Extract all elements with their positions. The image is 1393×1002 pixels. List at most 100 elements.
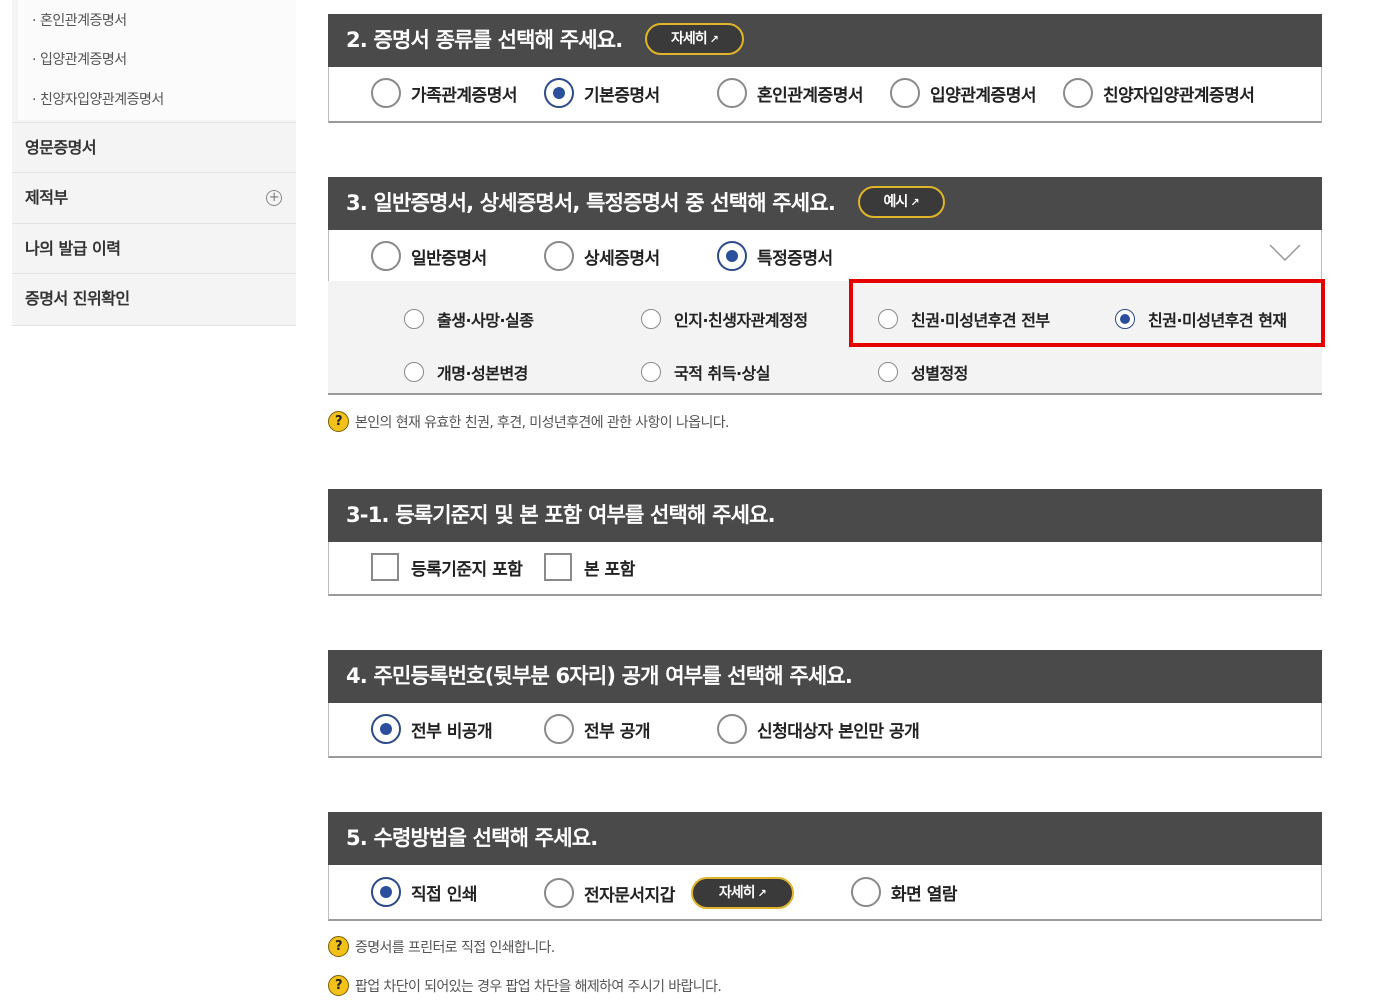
plus-circle-icon[interactable]: + bbox=[266, 190, 282, 206]
question-mark-icon: ? bbox=[328, 411, 349, 432]
radio-label: 혼인관계증명서 bbox=[757, 85, 863, 106]
section-title: 3. 일반증명서, 상세증명서, 특정증명서 중 선택해 주세요. bbox=[346, 191, 836, 215]
checkbox-option[interactable]: 본 포함 bbox=[544, 553, 635, 581]
external-link-icon: ↗ bbox=[910, 196, 919, 209]
radio-label: 성별정정 bbox=[911, 364, 968, 383]
section-title: 3-1. 등록기준지 및 본 포함 여부를 선택해 주세요. bbox=[346, 503, 776, 527]
radio-button-selected[interactable] bbox=[371, 877, 401, 907]
external-link-icon: ↗ bbox=[757, 887, 766, 900]
radio-option[interactable]: 신청대상자 본인만 공개 bbox=[717, 714, 920, 744]
radio-label: 특정증명서 bbox=[757, 248, 833, 269]
radio-button[interactable] bbox=[878, 362, 898, 382]
radio-option[interactable]: 혼인관계증명서 bbox=[717, 78, 863, 108]
radio-button[interactable] bbox=[890, 78, 920, 108]
radio-button[interactable] bbox=[544, 714, 574, 744]
sub-radio-option[interactable]: 개명·성본변경 bbox=[404, 360, 528, 384]
sub-radio-option[interactable]: 인지·친생자관계정정 bbox=[641, 307, 808, 331]
submenu-item-adoption[interactable]: · 입양관계증명서 bbox=[32, 49, 127, 69]
radio-label: 국적 취득·상실 bbox=[674, 364, 770, 383]
sidebar-item-verify[interactable]: 증명서 진위확인 bbox=[12, 273, 296, 323]
section-body: 직접 인쇄 전자문서지갑 자세히 ↗ 화면 열람 bbox=[328, 865, 1322, 921]
button-label: 자세히 bbox=[718, 885, 756, 901]
radio-label: 개명·성본변경 bbox=[437, 364, 528, 383]
section-body: 등록기준지 포함 본 포함 bbox=[328, 542, 1322, 596]
radio-option[interactable]: 기본증명서 bbox=[544, 78, 660, 108]
checkbox-option[interactable]: 등록기준지 포함 bbox=[371, 553, 523, 581]
button-label: 예시 bbox=[883, 194, 909, 210]
sub-radio-option[interactable]: 출생·사망·실종 bbox=[404, 307, 534, 331]
radio-option[interactable]: 직접 인쇄 bbox=[371, 877, 477, 907]
radio-button[interactable] bbox=[717, 78, 747, 108]
sidebar: · 혼인관계증명서 · 입양관계증명서 · 친양자입양관계증명서 영문증명서 제적부 … bbox=[12, 0, 296, 326]
radio-label: 전부 비공개 bbox=[411, 721, 493, 742]
radio-button-selected[interactable] bbox=[544, 78, 574, 108]
chevron-down-icon[interactable] bbox=[1269, 244, 1301, 262]
radio-label: 친양자입양관계증명서 bbox=[1103, 85, 1255, 106]
radio-label: 상세증명서 bbox=[584, 248, 660, 269]
radio-button[interactable] bbox=[851, 877, 881, 907]
radio-button[interactable] bbox=[371, 78, 401, 108]
radio-option[interactable]: 일반증명서 bbox=[371, 241, 487, 271]
highlight-annotation-box bbox=[849, 279, 1325, 347]
radio-label: 화면 열람 bbox=[891, 884, 957, 905]
radio-button[interactable] bbox=[717, 714, 747, 744]
detail-button[interactable]: 자세히 ↗ bbox=[644, 23, 744, 55]
section-cert-type: 2. 증명서 종류를 선택해 주세요. 자세히 ↗ 가족관계증명서 기본증명서 혼… bbox=[328, 14, 1322, 123]
radio-option[interactable]: 입양관계증명서 bbox=[890, 78, 1036, 108]
checkbox[interactable] bbox=[544, 553, 572, 581]
note-text: 증명서를 프린터로 직접 인쇄합니다. bbox=[355, 939, 555, 956]
radio-button[interactable] bbox=[1063, 78, 1093, 108]
radio-button-selected[interactable] bbox=[371, 714, 401, 744]
sub-radio-option[interactable]: 국적 취득·상실 bbox=[641, 360, 770, 384]
sidebar-item-issue-history[interactable]: 나의 발급 이력 bbox=[12, 223, 296, 273]
radio-button[interactable] bbox=[544, 241, 574, 271]
radio-button-selected[interactable] bbox=[717, 241, 747, 271]
radio-button[interactable] bbox=[404, 362, 424, 382]
radio-label: 일반증명서 bbox=[411, 248, 487, 269]
submenu-item-label: 혼인관계증명서 bbox=[39, 13, 127, 29]
radio-label: 기본증명서 bbox=[584, 85, 660, 106]
radio-option[interactable]: 가족관계증명서 bbox=[371, 78, 517, 108]
radio-label: 입양관계증명서 bbox=[930, 85, 1036, 106]
radio-button[interactable] bbox=[371, 241, 401, 271]
radio-label: 신청대상자 본인만 공개 bbox=[757, 721, 920, 742]
sidebar-item-english-cert[interactable]: 영문증명서 bbox=[12, 122, 296, 172]
help-note: ? 팝업 차단이 되어있는 경우 팝업 차단을 해제하여 주시기 바랍니다. bbox=[328, 975, 722, 996]
help-note: ? 증명서를 프린터로 직접 인쇄합니다. bbox=[328, 936, 555, 957]
sub-radio-option[interactable]: 성별정정 bbox=[878, 360, 968, 384]
radio-button[interactable] bbox=[641, 309, 661, 329]
note-text: 본인의 현재 유효한 친권, 후견, 미성년후견에 관한 사항이 나옵니다. bbox=[355, 414, 730, 431]
detail-button[interactable]: 자세히 ↗ bbox=[690, 877, 794, 909]
radio-option[interactable]: 전자문서지갑 자세히 ↗ bbox=[544, 877, 794, 909]
sidebar-item-label: 제적부 bbox=[25, 188, 68, 207]
radio-option[interactable]: 상세증명서 bbox=[544, 241, 660, 271]
radio-button[interactable] bbox=[641, 362, 661, 382]
sidebar-item-label: 영문증명서 bbox=[25, 138, 97, 157]
checkbox-label: 본 포함 bbox=[584, 559, 635, 580]
checkbox[interactable] bbox=[371, 553, 399, 581]
radio-option[interactable]: 전부 공개 bbox=[544, 714, 650, 744]
section-header: 3-1. 등록기준지 및 본 포함 여부를 선택해 주세요. bbox=[328, 489, 1322, 542]
radio-option[interactable]: 화면 열람 bbox=[851, 877, 957, 907]
radio-label: 전자문서지갑 bbox=[584, 885, 675, 906]
sidebar-item-removed-register[interactable]: 제적부 + bbox=[12, 172, 296, 222]
submenu-item-full-adoption[interactable]: · 친양자입양관계증명서 bbox=[32, 89, 164, 109]
section-cert-detail: 3. 일반증명서, 상세증명서, 특정증명서 중 선택해 주세요. 예시 ↗ 일반… bbox=[328, 177, 1322, 282]
radio-button[interactable] bbox=[544, 878, 574, 908]
submenu-item-marriage[interactable]: · 혼인관계증명서 bbox=[32, 10, 127, 30]
sidebar-submenu: · 혼인관계증명서 · 입양관계증명서 · 친양자입양관계증명서 bbox=[18, 0, 296, 120]
note-text: 팝업 차단이 되어있는 경우 팝업 차단을 해제하여 주시기 바랍니다. bbox=[355, 978, 722, 995]
radio-option[interactable]: 전부 비공개 bbox=[371, 714, 493, 744]
sidebar-item-label: 증명서 진위확인 bbox=[25, 289, 130, 308]
section-header: 5. 수령방법을 선택해 주세요. bbox=[328, 812, 1322, 865]
section-body: 일반증명서 상세증명서 특정증명서 bbox=[328, 230, 1322, 282]
radio-option[interactable]: 친양자입양관계증명서 bbox=[1063, 78, 1255, 108]
help-note: ? 본인의 현재 유효한 친권, 후견, 미성년후견에 관한 사항이 나옵니다. bbox=[328, 411, 730, 432]
radio-button[interactable] bbox=[404, 309, 424, 329]
button-label: 자세히 bbox=[670, 31, 708, 47]
radio-label: 인지·친생자관계정정 bbox=[674, 311, 808, 330]
radio-option[interactable]: 특정증명서 bbox=[717, 241, 833, 271]
radio-label: 출생·사망·실종 bbox=[437, 311, 534, 330]
example-button[interactable]: 예시 ↗ bbox=[857, 186, 945, 218]
question-mark-icon: ? bbox=[328, 975, 349, 996]
